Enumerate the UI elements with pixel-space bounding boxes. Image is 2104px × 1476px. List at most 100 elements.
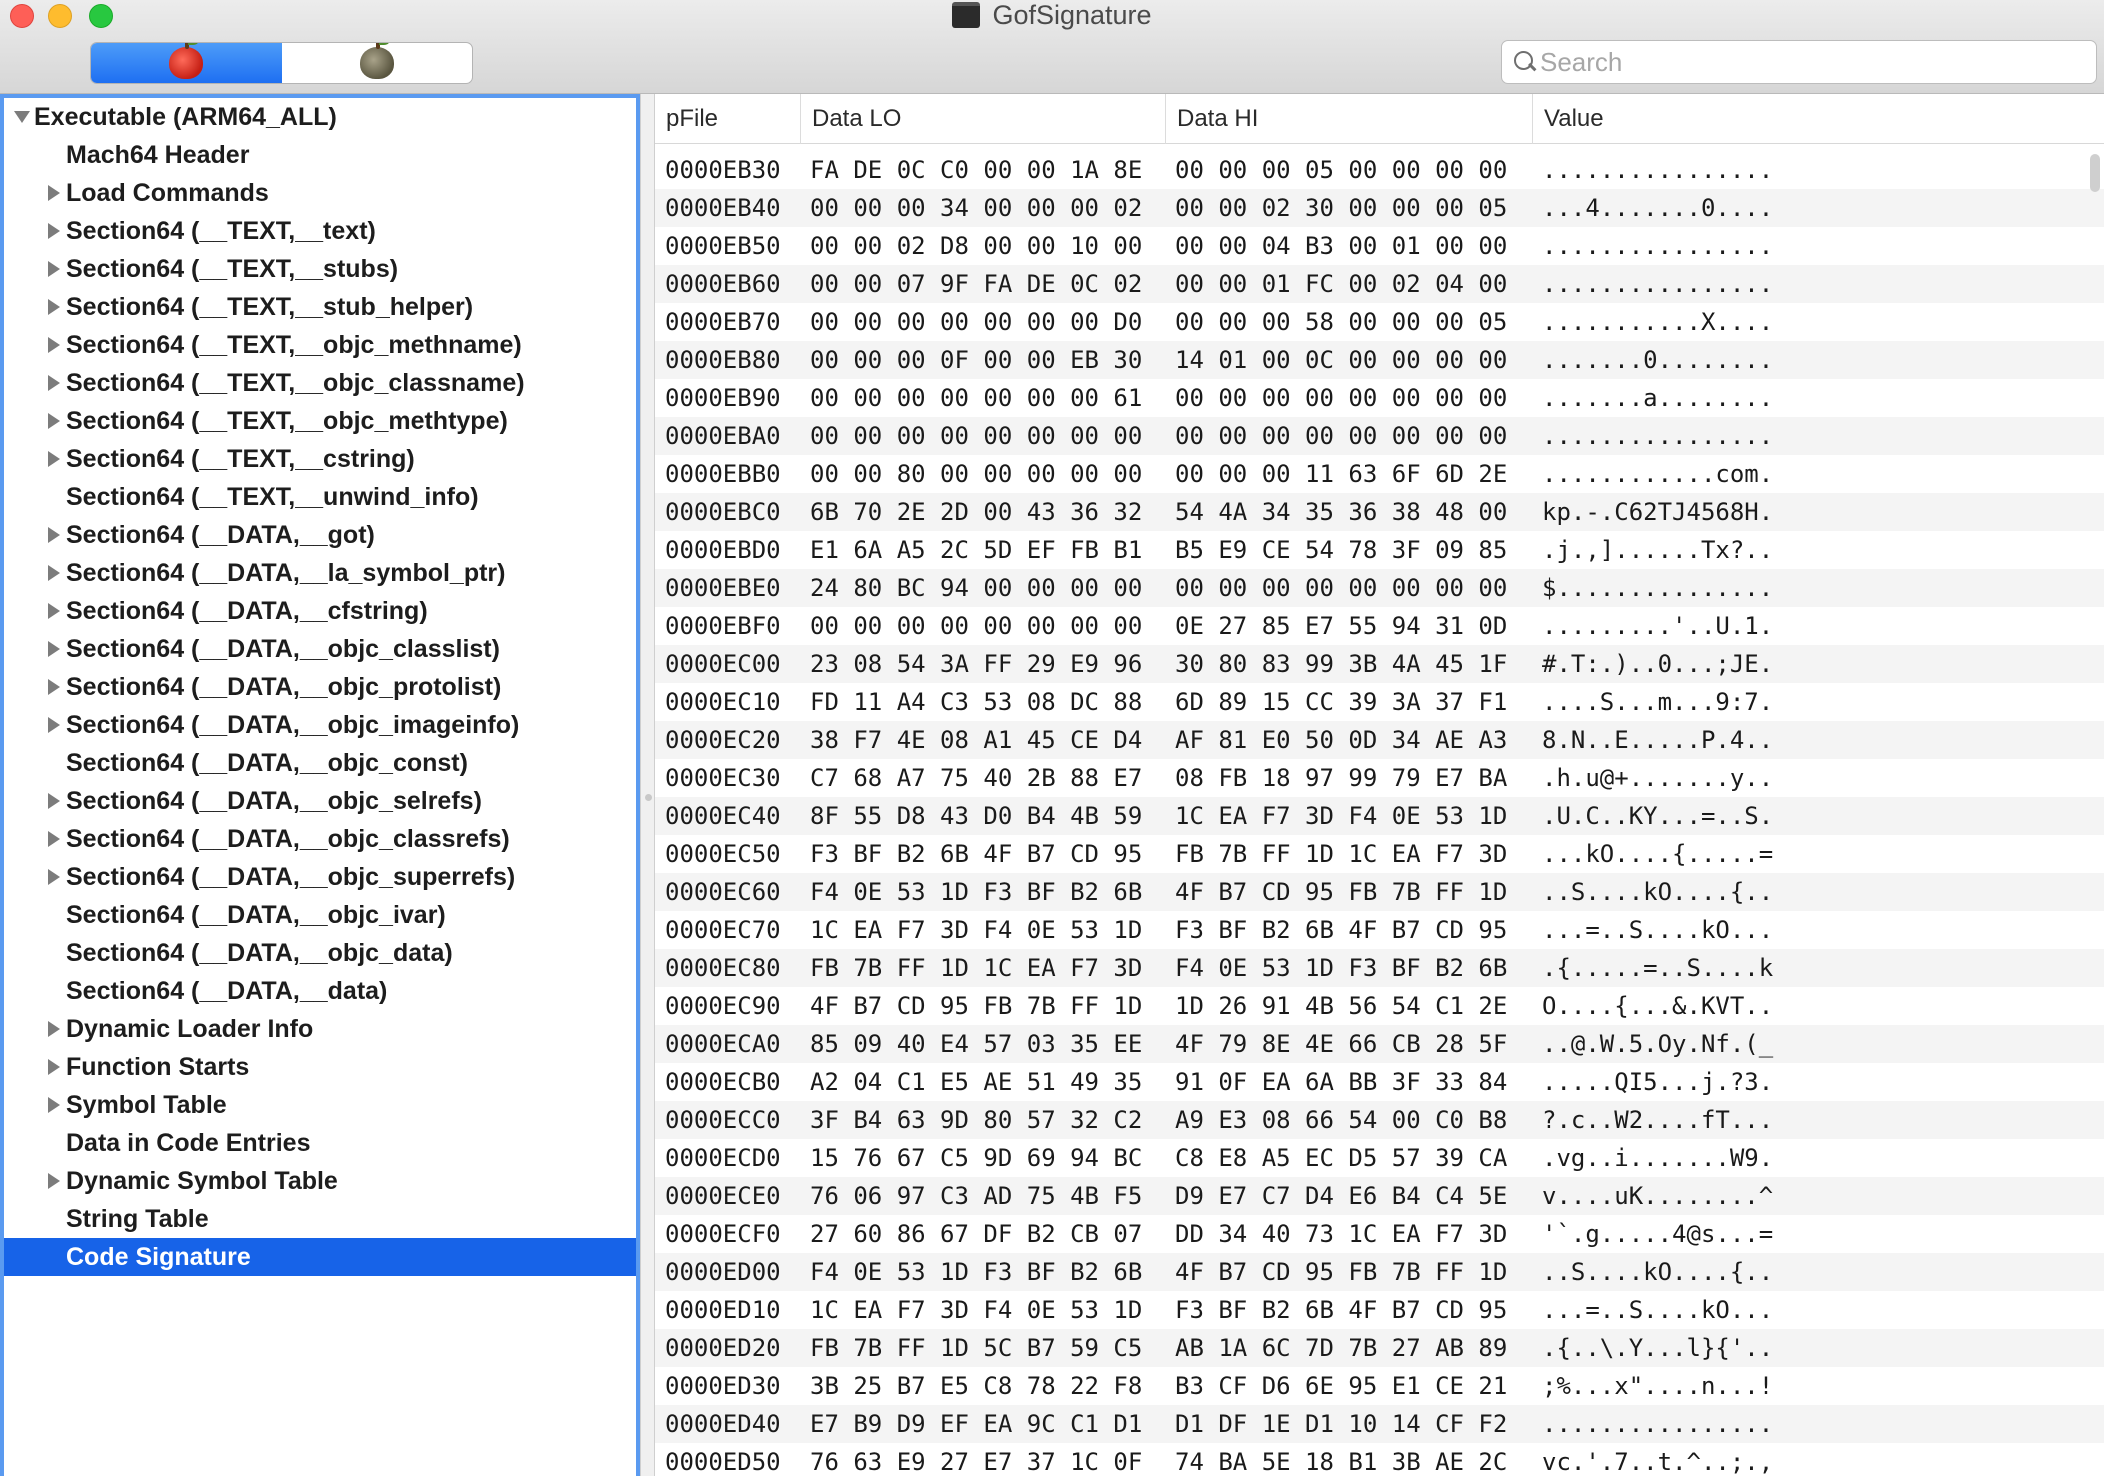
disclosure-triangle-icon[interactable] [48, 793, 60, 809]
tree-item[interactable]: Section64 (__DATA,__objc_classlist) [4, 630, 636, 668]
table-row[interactable]: 0000EC60 F4 0E 53 1D F3 BF B2 6B 4F B7 CD … [655, 873, 2104, 911]
disclosure-triangle-icon[interactable] [48, 831, 60, 847]
table-row[interactable]: 0000EC10 FD 11 A4 C3 53 08 DC 88 6D 89 15 … [655, 683, 2104, 721]
tree-item[interactable]: Section64 (__DATA,__objc_data) [4, 934, 636, 972]
disclosure-triangle-icon[interactable] [48, 1173, 60, 1189]
disclosure-triangle-icon[interactable] [48, 641, 60, 657]
column-header-value[interactable]: Value [1532, 94, 2062, 144]
tree-item[interactable]: Section64 (__DATA,__objc_const) [4, 744, 636, 782]
tree-item[interactable]: Section64 (__DATA,__data) [4, 972, 636, 1010]
tree-item[interactable]: Section64 (__DATA,__objc_imageinfo) [4, 706, 636, 744]
table-row[interactable]: 0000ECC0 3F B4 63 9D 80 57 32 C2 A9 E3 08 … [655, 1101, 2104, 1139]
tree-item[interactable]: Section64 (__DATA,__la_symbol_ptr) [4, 554, 636, 592]
table-row[interactable]: 0000ECE0 76 06 97 C3 AD 75 4B F5 D9 E7 C7 … [655, 1177, 2104, 1215]
tree-item[interactable]: Section64 (__TEXT,__objc_classname) [4, 364, 636, 402]
disclosure-triangle-icon[interactable] [48, 299, 60, 315]
table-row[interactable]: 0000EBD0 E1 6A A5 2C 5D EF FB B1 B5 E9 CE … [655, 531, 2104, 569]
column-header-pfile[interactable]: pFile [655, 94, 765, 144]
table-row[interactable]: 0000ED20 FB 7B FF 1D 5C B7 59 C5 AB 1A 6C … [655, 1329, 2104, 1367]
tree-item[interactable]: Section64 (__TEXT,__objc_methtype) [4, 402, 636, 440]
tree-item[interactable]: Section64 (__DATA,__cfstring) [4, 592, 636, 630]
cell-data-lo: FB 7B FF 1D 5C B7 59 C5 [810, 1334, 1143, 1362]
table-row[interactable]: 0000EC20 38 F7 4E 08 A1 45 CE D4 AF 81 E0 … [655, 721, 2104, 759]
search-input[interactable] [1540, 46, 2080, 78]
table-row[interactable]: 0000ED00 F4 0E 53 1D F3 BF B2 6B 4F B7 CD … [655, 1253, 2104, 1291]
table-row[interactable]: 0000EB30 FA DE 0C C0 00 00 1A 8E 00 00 00 … [655, 151, 2104, 189]
tree-item-label: Section64 (__DATA,__got) [66, 520, 375, 549]
disclosure-triangle-icon[interactable] [48, 717, 60, 733]
table-row[interactable]: 0000EC80 FB 7B FF 1D 1C EA F7 3D F4 0E 53 … [655, 949, 2104, 987]
dark-apple-segment-button[interactable] [282, 43, 473, 83]
tree-item[interactable]: Code Signature [4, 1238, 636, 1276]
table-row[interactable]: 0000ECA0 85 09 40 E4 57 03 35 EE 4F 79 8E … [655, 1025, 2104, 1063]
table-row[interactable]: 0000EB70 00 00 00 00 00 00 00 D0 00 00 00 … [655, 303, 2104, 341]
tree-item[interactable]: Section64 (__DATA,__got) [4, 516, 636, 554]
tree-item[interactable]: Symbol Table [4, 1086, 636, 1124]
tree-item[interactable]: Section64 (__TEXT,__text) [4, 212, 636, 250]
table-row[interactable]: 0000EBA0 00 00 00 00 00 00 00 00 00 00 00 … [655, 417, 2104, 455]
table-row[interactable]: 0000EC40 8F 55 D8 43 D0 B4 4B 59 1C EA F7 … [655, 797, 2104, 835]
tree-item[interactable]: Section64 (__TEXT,__stubs) [4, 250, 636, 288]
table-row[interactable]: 0000EC70 1C EA F7 3D F4 0E 53 1D F3 BF B2 … [655, 911, 2104, 949]
disclosure-triangle-icon[interactable] [48, 185, 60, 201]
tree-root-executable[interactable]: Executable (ARM64_ALL) [4, 98, 636, 136]
tree-item[interactable]: Data in Code Entries [4, 1124, 636, 1162]
table-row[interactable]: 0000ECB0 A2 04 C1 E5 AE 51 49 35 91 0F EA … [655, 1063, 2104, 1101]
disclosure-triangle-icon[interactable] [48, 679, 60, 695]
disclosure-triangle-icon[interactable] [48, 261, 60, 277]
tree-item[interactable]: Dynamic Loader Info [4, 1010, 636, 1048]
table-row[interactable]: 0000ED40 E7 B9 D9 EF EA 9C C1 D1 D1 DF 1E … [655, 1405, 2104, 1443]
column-header-data-hi[interactable]: Data HI [1165, 94, 1532, 144]
tree-item[interactable]: Section64 (__TEXT,__cstring) [4, 440, 636, 478]
table-row[interactable]: 0000EC50 F3 BF B2 6B 4F B7 CD 95 FB 7B FF … [655, 835, 2104, 873]
table-row[interactable]: 0000ECF0 27 60 86 67 DF B2 CB 07 DD 34 40 … [655, 1215, 2104, 1253]
tree-item[interactable]: Section64 (__DATA,__objc_superrefs) [4, 858, 636, 896]
table-row[interactable]: 0000EB50 00 00 02 D8 00 00 10 00 00 00 04 … [655, 227, 2104, 265]
tree-item[interactable]: Dynamic Symbol Table [4, 1162, 636, 1200]
table-row[interactable]: 0000EBB0 00 00 80 00 00 00 00 00 00 00 00 … [655, 455, 2104, 493]
table-row[interactable]: 0000EB60 00 00 07 9F FA DE 0C 02 00 00 01 … [655, 265, 2104, 303]
table-row[interactable]: 0000ED50 76 63 E9 27 E7 37 1C 0F 74 BA 5E … [655, 1443, 2104, 1476]
tree-item[interactable]: Mach64 Header [4, 136, 636, 174]
disclosure-triangle-icon[interactable] [48, 451, 60, 467]
table-row[interactable]: 0000EBC0 6B 70 2E 2D 00 43 36 32 54 4A 34 … [655, 493, 2104, 531]
disclosure-triangle-icon[interactable] [48, 413, 60, 429]
table-row[interactable]: 0000EC00 23 08 54 3A FF 29 E9 96 30 80 83 … [655, 645, 2104, 683]
tree-item[interactable]: Section64 (__DATA,__objc_classrefs) [4, 820, 636, 858]
disclosure-triangle-icon[interactable] [48, 337, 60, 353]
tree-item[interactable]: String Table [4, 1200, 636, 1238]
table-row[interactable]: 0000EC90 4F B7 CD 95 FB 7B FF 1D 1D 26 91 … [655, 987, 2104, 1025]
tree-item[interactable]: Section64 (__DATA,__objc_ivar) [4, 896, 636, 934]
disclosure-triangle-icon[interactable] [48, 1021, 60, 1037]
table-row[interactable]: 0000EB40 00 00 00 34 00 00 00 02 00 00 02 … [655, 189, 2104, 227]
table-row[interactable]: 0000EB90 00 00 00 00 00 00 00 61 00 00 00 … [655, 379, 2104, 417]
table-row[interactable]: 0000EB80 00 00 00 0F 00 00 EB 30 14 01 00 … [655, 341, 2104, 379]
tree-item[interactable]: Load Commands [4, 174, 636, 212]
split-view-divider[interactable] [640, 94, 655, 1476]
disclosure-triangle-icon[interactable] [48, 375, 60, 391]
table-row[interactable]: 0000ECD0 15 76 67 C5 9D 69 94 BC C8 E8 A5 … [655, 1139, 2104, 1177]
disclosure-triangle-icon[interactable] [48, 869, 60, 885]
disclosure-triangle-icon[interactable] [48, 565, 60, 581]
disclosure-triangle-icon[interactable] [48, 527, 60, 543]
table-row[interactable]: 0000EC30 C7 68 A7 75 40 2B 88 E7 08 FB 18 … [655, 759, 2104, 797]
table-row[interactable]: 0000EBE0 24 80 BC 94 00 00 00 00 00 00 00 … [655, 569, 2104, 607]
tree-item[interactable]: Section64 (__DATA,__objc_protolist) [4, 668, 636, 706]
disclosure-triangle-icon[interactable] [14, 111, 30, 123]
search-field[interactable] [1501, 40, 2097, 84]
disclosure-triangle-icon[interactable] [48, 1097, 60, 1113]
table-row[interactable]: 0000ED30 3B 25 B7 E5 C8 78 22 F8 B3 CF D6 … [655, 1367, 2104, 1405]
column-header-data-lo[interactable]: Data LO [800, 94, 1165, 144]
tree-item[interactable]: Section64 (__DATA,__objc_selrefs) [4, 782, 636, 820]
vertical-scrollbar[interactable] [2090, 154, 2100, 192]
red-apple-segment-button[interactable] [91, 43, 282, 83]
tree-item[interactable]: Section64 (__TEXT,__objc_methname) [4, 326, 636, 364]
tree-item[interactable]: Section64 (__TEXT,__stub_helper) [4, 288, 636, 326]
disclosure-triangle-icon[interactable] [48, 223, 60, 239]
table-row[interactable]: 0000ED10 1C EA F7 3D F4 0E 53 1D F3 BF B2 … [655, 1291, 2104, 1329]
table-row[interactable]: 0000EBF0 00 00 00 00 00 00 00 00 0E 27 85 … [655, 607, 2104, 645]
disclosure-triangle-icon[interactable] [48, 1059, 60, 1075]
tree-item[interactable]: Section64 (__TEXT,__unwind_info) [4, 478, 636, 516]
tree-item[interactable]: Function Starts [4, 1048, 636, 1086]
disclosure-triangle-icon[interactable] [48, 603, 60, 619]
